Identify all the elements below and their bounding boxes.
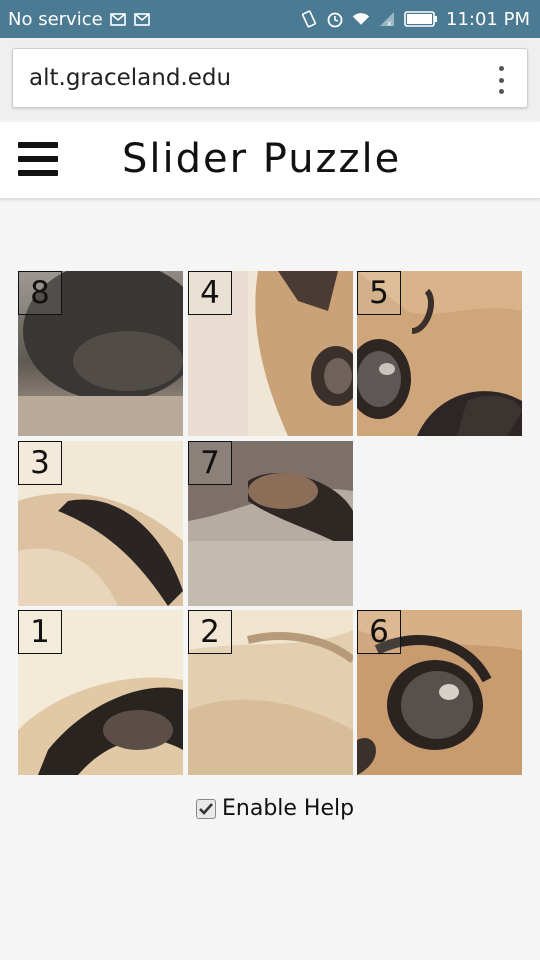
url-text[interactable]: alt.graceland.edu — [29, 65, 231, 91]
vibrate-icon — [300, 10, 318, 28]
checkmark-icon — [199, 802, 213, 815]
page-title: Slider Puzzle — [122, 136, 402, 182]
tile-number: 1 — [18, 610, 62, 654]
wifi-icon — [352, 11, 370, 27]
tile-number: 5 — [357, 271, 401, 315]
puzzle-tile[interactable]: 3 — [18, 441, 183, 606]
tile-number: 7 — [188, 441, 232, 485]
more-vert-icon[interactable] — [497, 66, 505, 94]
puzzle-tile[interactable]: 1 — [18, 610, 183, 775]
tile-number: 8 — [18, 271, 62, 315]
battery-icon — [404, 11, 438, 27]
hamburger-icon[interactable] — [18, 142, 58, 176]
puzzle-tile[interactable]: 6 — [357, 610, 522, 775]
svg-text:x: x — [387, 19, 392, 27]
tile-number: 2 — [188, 610, 232, 654]
puzzle-tile[interactable]: 8 — [18, 271, 183, 436]
mail-icon — [133, 11, 151, 27]
tile-number: 3 — [18, 441, 62, 485]
puzzle-tile[interactable]: 4 — [188, 271, 353, 436]
mail-icon — [109, 11, 127, 27]
status-bar-right: x 11:01 PM — [300, 9, 540, 30]
enable-help-checkbox[interactable] — [196, 798, 216, 819]
puzzle-tile[interactable]: 2 — [188, 610, 353, 775]
enable-help-label[interactable]: Enable Help — [222, 796, 354, 821]
enable-help-control[interactable]: Enable Help — [196, 796, 354, 821]
alarm-icon — [326, 11, 344, 28]
url-bar[interactable]: alt.graceland.edu — [12, 48, 528, 108]
status-bar: No service x 11:01 PM — [0, 0, 540, 38]
puzzle-tile[interactable]: 7 — [188, 441, 353, 606]
puzzle-board: 8 4 5 3 7 1 2 6 — [18, 271, 523, 776]
clock-text: 11:01 PM — [446, 8, 530, 30]
carrier-text: No service — [8, 8, 103, 30]
puzzle-tile[interactable]: 5 — [357, 271, 522, 436]
status-bar-left: No service — [0, 9, 151, 30]
signal-icon: x — [378, 11, 396, 27]
tile-number: 6 — [357, 610, 401, 654]
tile-number: 4 — [188, 271, 232, 315]
app-header: Slider Puzzle — [0, 122, 540, 199]
browser-toolbar: alt.graceland.edu — [0, 38, 540, 120]
